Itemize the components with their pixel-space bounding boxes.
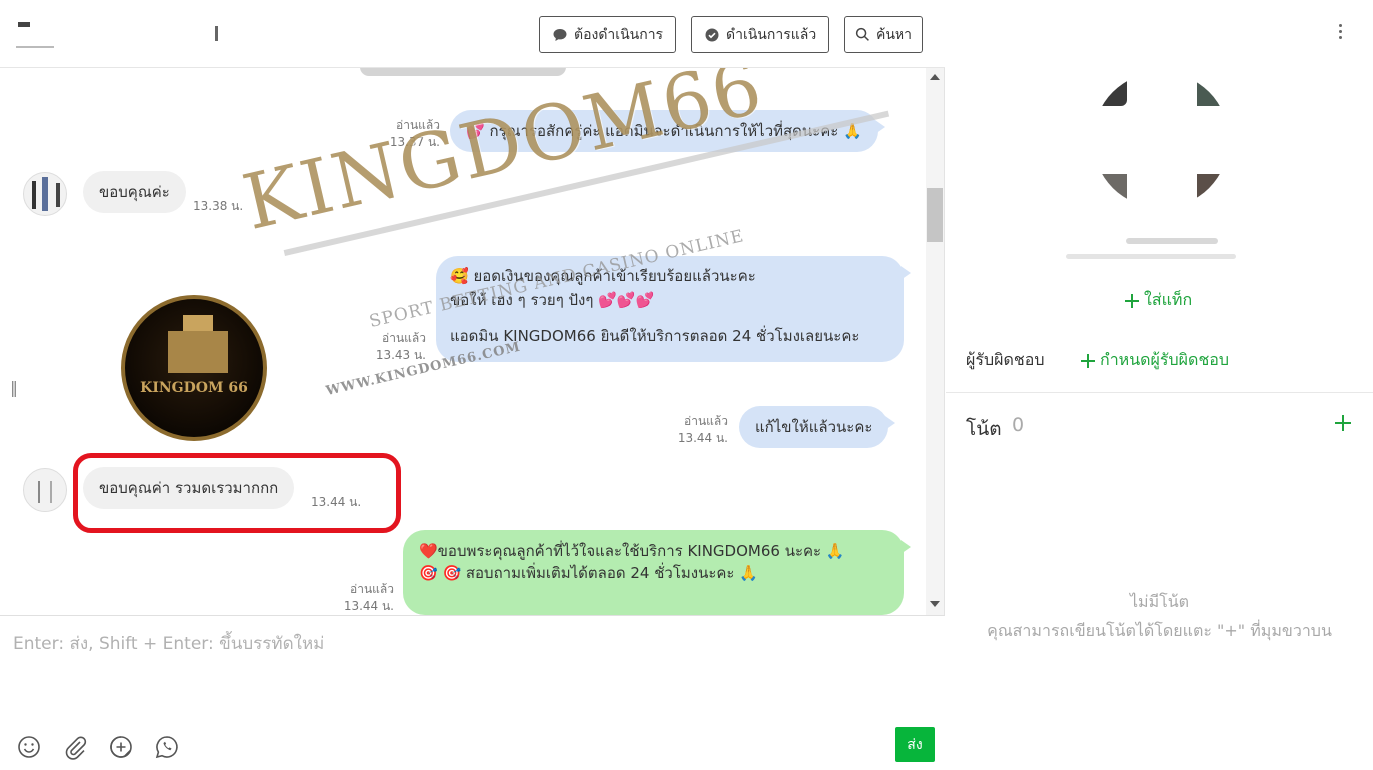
send-button[interactable]: ส่ง <box>895 727 935 762</box>
plus-icon <box>1125 293 1139 308</box>
message-text: ขอบคุณค่ะ <box>99 183 170 201</box>
message-text: 💕 กรุณารอสักครู่ค่ะ แอดมินจะดำเนินการให้… <box>466 122 862 140</box>
assign-owner-button[interactable]: กำหนดผู้รับผิดชอบ <box>1080 348 1229 373</box>
emoji-icon[interactable] <box>16 734 42 760</box>
message-time: 13.37 น. <box>389 135 440 149</box>
empty-notes-title: ไม่มีโน้ต <box>1129 592 1190 611</box>
outgoing-message[interactable]: 💕 กรุณารอสักครู่ค่ะ แอดมินจะดำเนินการให้… <box>450 110 885 152</box>
assignee-label: ผู้รับผิดชอบ <box>966 350 1045 369</box>
sticker-icon[interactable] <box>108 734 134 760</box>
notes-title: โน้ต <box>966 418 1002 440</box>
message-time: 13.44 น. <box>677 431 728 445</box>
scroll-down-arrow-icon[interactable] <box>930 601 940 607</box>
message-line: ขอให้ เฮง ๆ รวยๆ ปังๆ 💕💕💕 <box>450 291 655 309</box>
highlight-annotation <box>73 453 401 533</box>
contact-sidebar: ใส่แท็ก ผู้รับผิดชอบ กำหนดผู้รับผิดชอบ โ… <box>946 0 1373 770</box>
message-line: ❤️ขอบพระคุณลูกค้าที่ไว้ใจและใช้บริการ KI… <box>419 542 845 560</box>
chat-pane: ต้องดำเนินการ ดำเนินการแล้ว ค้นหา อ่านแล… <box>0 0 945 770</box>
profile-status <box>1066 254 1236 259</box>
chat-bubble-icon <box>553 28 567 41</box>
add-note-icon[interactable] <box>1334 414 1352 432</box>
profile-photo[interactable] <box>1093 72 1229 208</box>
resize-handle-icon[interactable]: ‖ <box>10 378 18 397</box>
profile-name <box>1126 238 1218 244</box>
read-receipt: อ่านแล้ว <box>396 118 440 132</box>
chat-app: ต้องดำเนินการ ดำเนินการแล้ว ค้นหา อ่านแล… <box>0 0 1373 770</box>
read-receipt: อ่านแล้ว <box>382 331 426 345</box>
watermark-brand: KINGDOM66 <box>234 68 772 247</box>
add-tag-button[interactable]: ใส่แท็ก <box>1124 288 1192 313</box>
read-receipt: อ่านแล้ว <box>350 582 394 596</box>
outgoing-message[interactable]: ❤️ขอบพระคุณลูกค้าที่ไว้ใจและใช้บริการ KI… <box>403 530 911 615</box>
pending-filter-button[interactable]: ต้องดำเนินการ <box>539 16 677 53</box>
divider <box>946 392 1373 393</box>
outgoing-message[interactable]: 🥰 ยอดเงินของคุณลูกค้าเข้าเรียบร้อยแล้วนะ… <box>436 256 911 362</box>
add-tag-label: ใส่แท็ก <box>1144 290 1193 309</box>
check-bubble-icon <box>705 28 719 41</box>
call-icon[interactable] <box>154 734 180 760</box>
contact-avatar[interactable] <box>14 12 58 52</box>
message-line: 🎯 🎯 สอบถามเพิ่มเติมได้ตลอด 24 ชั่วโมงนะค… <box>419 564 758 582</box>
notes-count: 0 <box>1012 414 1025 436</box>
scroll-thumb[interactable] <box>927 188 943 242</box>
search-label: ค้นหา <box>876 25 913 42</box>
done-filter-label: ดำเนินการแล้ว <box>726 25 817 42</box>
attachment-icon[interactable] <box>62 734 88 760</box>
scroll-up-arrow-icon[interactable] <box>930 74 940 80</box>
message-time: 13.44 น. <box>343 599 394 613</box>
assign-owner-label: กำหนดผู้รับผิดชอบ <box>1100 350 1230 369</box>
outgoing-message[interactable]: แก้ไขให้แล้วนะคะ <box>739 406 896 448</box>
message-meta: อ่านแล้ว 13.44 น. <box>330 581 394 615</box>
plus-icon <box>1081 353 1095 368</box>
message-meta: อ่านแล้ว 13.37 น. <box>376 117 440 151</box>
watermark-logo: KINGDOM 66 <box>121 295 267 441</box>
empty-notes-hint: คุณสามารถเขียนโน้ตได้โดยแตะ "+" ที่มุมขว… <box>987 621 1332 640</box>
message-meta: อ่านแล้ว 13.43 น. <box>360 330 426 364</box>
watermark-coin-text: KINGDOM 66 <box>140 380 248 396</box>
message-input[interactable]: Enter: ส่ง, Shift + Enter: ขึ้นบรรทัดใหม… <box>13 630 324 657</box>
chat-header: ต้องดำเนินการ ดำเนินการแล้ว ค้นหา <box>0 0 945 68</box>
message-meta: อ่านแล้ว 13.44 น. <box>664 413 728 447</box>
incoming-message[interactable]: ขอบคุณค่ะ <box>83 171 186 213</box>
done-filter-button[interactable]: ดำเนินการแล้ว <box>691 16 830 53</box>
message-text: แก้ไขให้แล้วนะคะ <box>755 418 873 436</box>
message-scrollbar[interactable] <box>926 68 944 615</box>
message-time: 13.38 น. <box>193 199 244 213</box>
pending-filter-label: ต้องดำเนินการ <box>574 25 664 42</box>
message-list[interactable]: อ่านแล้ว 13.37 น. 💕 กรุณารอสักครู่ค่ะ แอ… <box>0 68 928 615</box>
message-line: แอดมิน KINGDOM66 ยินดีให้บริการตลอด 24 ช… <box>450 327 860 345</box>
contact-name <box>215 26 218 41</box>
customer-avatar[interactable] <box>23 172 67 216</box>
message-time: 13.43 น. <box>375 348 426 362</box>
read-receipt: อ่านแล้ว <box>684 414 728 428</box>
date-separator <box>360 68 566 76</box>
composer: Enter: ส่ง, Shift + Enter: ขึ้นบรรทัดใหม… <box>0 615 945 770</box>
search-button[interactable]: ค้นหา <box>844 16 924 53</box>
search-icon <box>855 27 869 41</box>
more-options-icon[interactable] <box>1339 24 1343 42</box>
message-line: 🥰 ยอดเงินของคุณลูกค้าเข้าเรียบร้อยแล้วนะ… <box>450 267 756 285</box>
customer-avatar[interactable] <box>23 468 67 512</box>
